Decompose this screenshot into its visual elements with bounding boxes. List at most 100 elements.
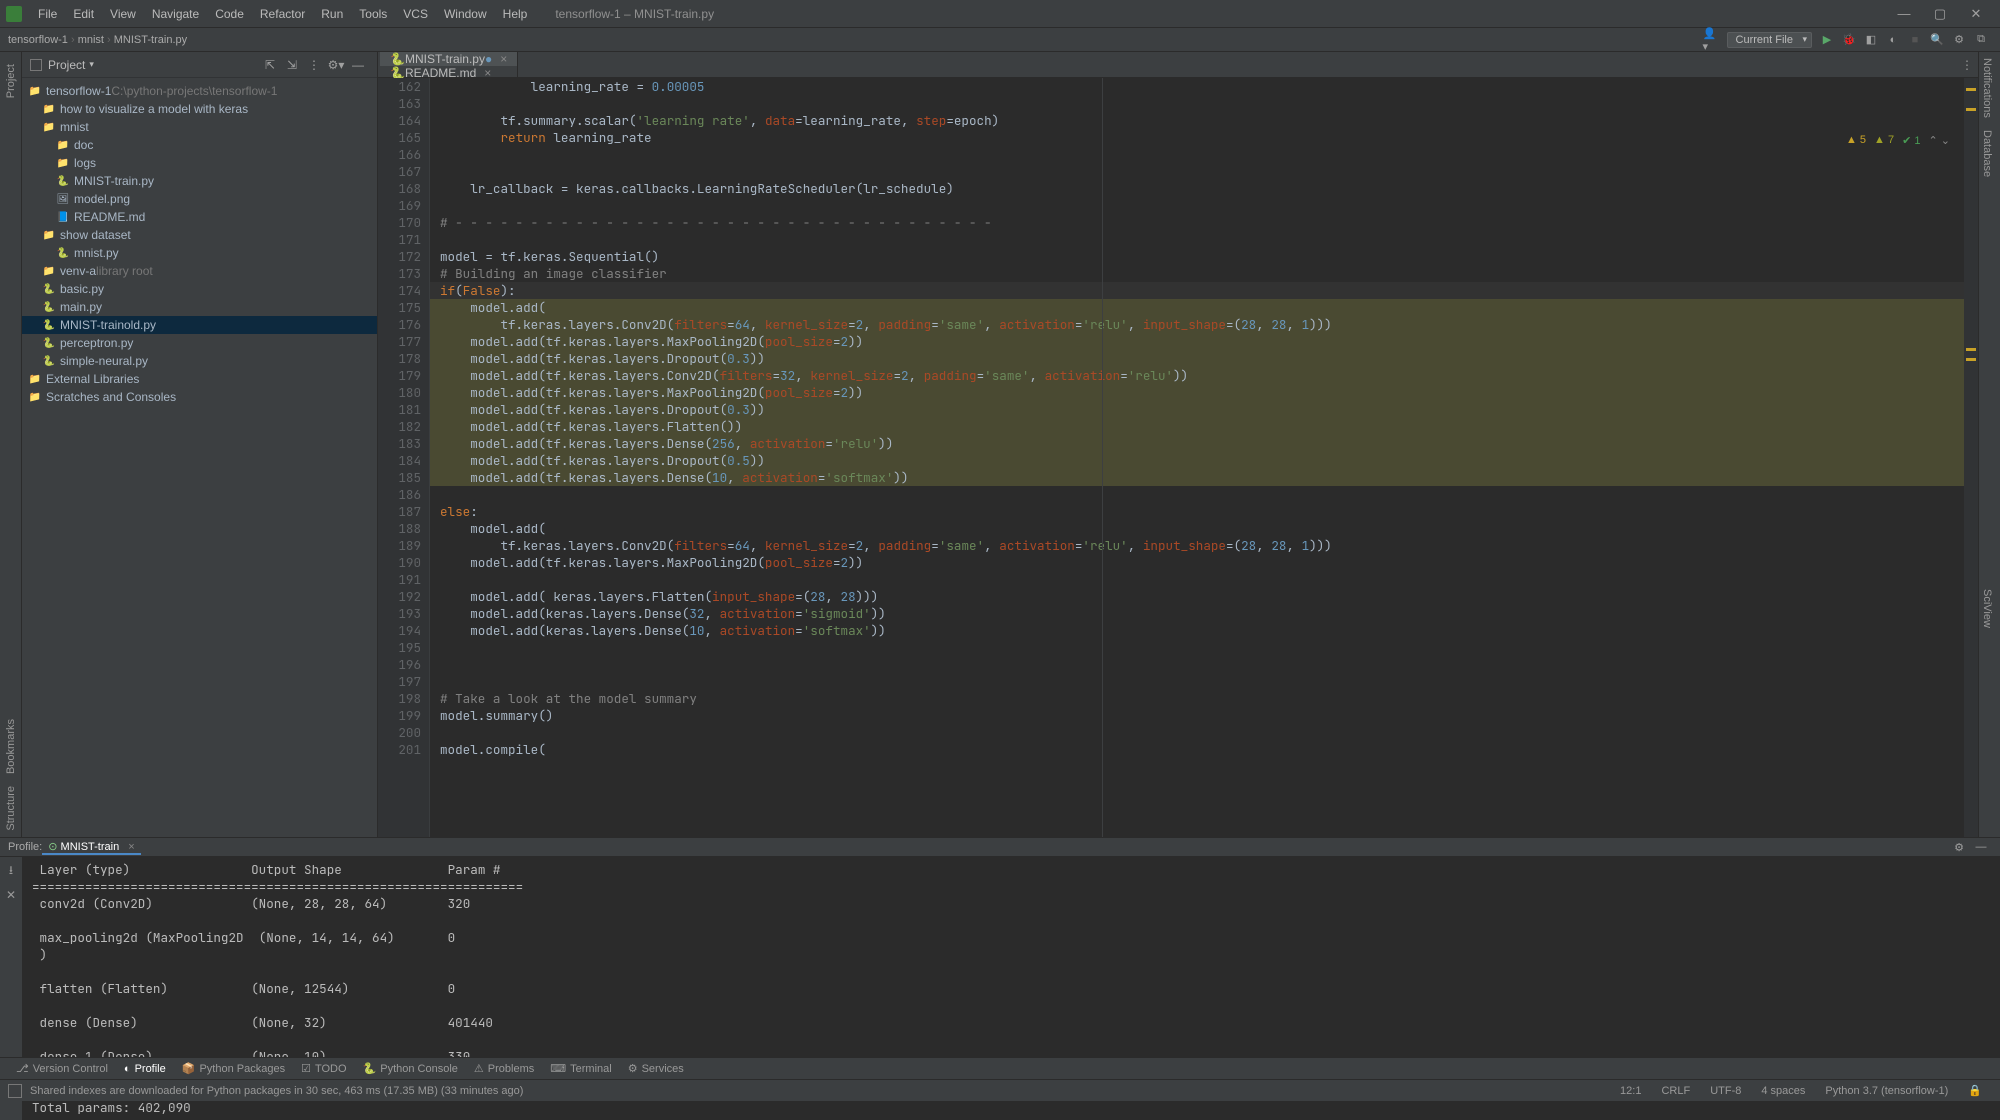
code-line[interactable]: model = tf.keras.Sequential() — [430, 248, 1964, 265]
code-line[interactable] — [430, 571, 1964, 588]
code-line[interactable] — [430, 95, 1964, 112]
file-encoding[interactable]: UTF-8 — [1700, 1085, 1751, 1097]
code-line[interactable]: model.add(tf.keras.layers.Dropout(0.3)) — [430, 350, 1964, 367]
code-line[interactable]: model.summary() — [430, 707, 1964, 724]
code-line[interactable]: model.add( — [430, 299, 1964, 316]
profile-close-icon[interactable]: ✕ — [6, 888, 16, 902]
code-line[interactable] — [430, 486, 1964, 503]
code-line[interactable]: model.add(tf.keras.layers.MaxPooling2D(p… — [430, 384, 1964, 401]
code-line[interactable]: model.add(tf.keras.layers.MaxPooling2D(p… — [430, 333, 1964, 350]
code-line[interactable] — [430, 231, 1964, 248]
menu-window[interactable]: Window — [436, 7, 495, 21]
tree-item[interactable]: 🐍main.py — [22, 298, 377, 316]
run-button[interactable]: ▶ — [1818, 31, 1836, 49]
reader-mode-icon[interactable]: 🔒 — [1958, 1084, 1992, 1097]
code-line[interactable]: model.add(tf.keras.layers.Conv2D(filters… — [430, 367, 1964, 384]
code-line[interactable] — [430, 163, 1964, 180]
project-collapse-icon[interactable]: ⇱ — [261, 56, 279, 74]
window-close[interactable]: ✕ — [1958, 6, 1994, 22]
menu-edit[interactable]: Edit — [65, 7, 102, 21]
tree-item[interactable]: 📁mnist — [22, 118, 377, 136]
coverage-button[interactable]: ◧ — [1862, 31, 1880, 49]
tree-item[interactable]: 📁logs — [22, 154, 377, 172]
project-hide-icon[interactable]: — — [349, 56, 367, 74]
profile-button[interactable]: ◐ — [1884, 31, 1902, 49]
ide-errors-icon[interactable]: ⧉ — [1972, 31, 1990, 49]
code-line[interactable] — [430, 639, 1964, 656]
code-line[interactable] — [430, 146, 1964, 163]
code-line[interactable] — [430, 673, 1964, 690]
tree-item[interactable]: 📁Scratches and Consoles — [22, 388, 377, 406]
toolwin-terminal[interactable]: ⌨Terminal — [542, 1062, 619, 1075]
indent-setting[interactable]: 4 spaces — [1751, 1085, 1815, 1097]
editor-tab[interactable]: 🐍 MNIST-train.py ●× — [380, 52, 518, 66]
code-line[interactable]: # Take a look at the model summary — [430, 690, 1964, 707]
notifications-tool-tab[interactable]: Notifications — [1979, 52, 1995, 124]
menu-code[interactable]: Code — [207, 7, 252, 21]
tree-item[interactable]: 🐍simple-neural.py — [22, 352, 377, 370]
tree-item[interactable]: 📘README.md — [22, 208, 377, 226]
breadcrumb-segment[interactable]: MNIST-train.py — [114, 34, 187, 46]
menu-help[interactable]: Help — [495, 7, 536, 21]
project-settings-icon[interactable]: ⚙▾ — [327, 56, 345, 74]
code-line[interactable]: model.compile( — [430, 741, 1964, 758]
database-tool-tab[interactable]: Database — [1979, 124, 1995, 183]
profile-export-icon[interactable]: ⭳ — [9, 861, 13, 882]
code-line[interactable]: model.add(tf.keras.layers.Flatten()) — [430, 418, 1964, 435]
code-line[interactable]: tf.keras.layers.Conv2D(filters=64, kerne… — [430, 316, 1964, 333]
structure-tool-tab[interactable]: Structure — [5, 780, 17, 837]
code-line[interactable]: model.add(tf.keras.layers.Dropout(0.3)) — [430, 401, 1964, 418]
code-line[interactable]: if(False): — [430, 282, 1964, 299]
editor-content[interactable]: learning_rate = 0.00005 tf.summary.scala… — [430, 78, 1964, 837]
tabs-list-icon[interactable]: ⋮ — [1958, 52, 1976, 77]
code-line[interactable]: return learning_rate — [430, 129, 1964, 146]
code-line[interactable]: model.add(tf.keras.layers.MaxPooling2D(p… — [430, 554, 1964, 571]
tree-item[interactable]: 📁doc — [22, 136, 377, 154]
search-everywhere-icon[interactable]: 🔍 — [1928, 31, 1946, 49]
code-line[interactable] — [430, 197, 1964, 214]
stop-button[interactable]: ■ — [1906, 31, 1924, 49]
code-line[interactable]: learning_rate = 0.00005 — [430, 78, 1964, 95]
code-line[interactable]: else: — [430, 503, 1964, 520]
project-tool-tab[interactable]: Project — [5, 58, 17, 104]
menu-refactor[interactable]: Refactor — [252, 7, 313, 21]
tree-item[interactable]: 🐍mnist.py — [22, 244, 377, 262]
code-line[interactable]: # - - - - - - - - - - - - - - - - - - - … — [430, 214, 1964, 231]
code-line[interactable]: lr_callback = keras.callbacks.LearningRa… — [430, 180, 1964, 197]
window-minimize[interactable]: — — [1886, 6, 1922, 21]
code-line[interactable]: model.add( keras.layers.Flatten(input_sh… — [430, 588, 1964, 605]
code-line[interactable]: model.add(tf.keras.layers.Dropout(0.5)) — [430, 452, 1964, 469]
debug-button[interactable]: 🐞 — [1840, 31, 1858, 49]
window-maximize[interactable]: ▢ — [1922, 6, 1958, 22]
code-line[interactable]: # Building an image classifier — [430, 265, 1964, 282]
tree-item[interactable]: 📁show dataset — [22, 226, 377, 244]
breadcrumb-segment[interactable]: tensorflow-1 — [8, 34, 68, 46]
toolwin-problems[interactable]: ⚠Problems — [466, 1062, 542, 1075]
code-line[interactable]: tf.summary.scalar('learning rate', data=… — [430, 112, 1964, 129]
tree-item[interactable]: 📁how to visualize a model with keras — [22, 100, 377, 118]
code-line[interactable]: tf.keras.layers.Conv2D(filters=64, kerne… — [430, 537, 1964, 554]
tab-close-icon[interactable]: × — [500, 52, 507, 66]
editor[interactable]: 1621631641651661671681691701711721731741… — [378, 78, 1978, 837]
tree-item[interactable]: 📁External Libraries — [22, 370, 377, 388]
tree-item[interactable]: 🐍MNIST-trainold.py — [22, 316, 377, 334]
tree-item[interactable]: 🐍perceptron.py — [22, 334, 377, 352]
toolwin-profile[interactable]: ◐Profile — [116, 1063, 174, 1075]
sciview-tool-tab[interactable]: SciView — [1979, 583, 1995, 634]
toolwin-services[interactable]: ⚙Services — [620, 1062, 692, 1075]
toolwin-python-console[interactable]: 🐍Python Console — [355, 1062, 466, 1075]
run-config-combo[interactable]: Current File — [1727, 32, 1812, 48]
user-icon[interactable]: 👤▾ — [1703, 31, 1721, 49]
editor-error-stripe[interactable] — [1964, 78, 1978, 837]
editor-gutter[interactable]: 1621631641651661671681691701711721731741… — [378, 78, 430, 837]
menu-run[interactable]: Run — [313, 7, 351, 21]
menu-file[interactable]: File — [30, 7, 65, 21]
profile-tab-mnist[interactable]: ⊙ MNIST-train × — [42, 840, 140, 855]
profile-hide-icon[interactable]: — — [1972, 838, 1990, 856]
project-divider-icon[interactable]: ⋮ — [305, 56, 323, 74]
code-line[interactable]: model.add(keras.layers.Dense(32, activat… — [430, 605, 1964, 622]
line-separator[interactable]: CRLF — [1651, 1085, 1700, 1097]
menu-tools[interactable]: Tools — [351, 7, 395, 21]
tree-item[interactable]: 🐍basic.py — [22, 280, 377, 298]
tree-item[interactable]: 📁venv-a library root — [22, 262, 377, 280]
